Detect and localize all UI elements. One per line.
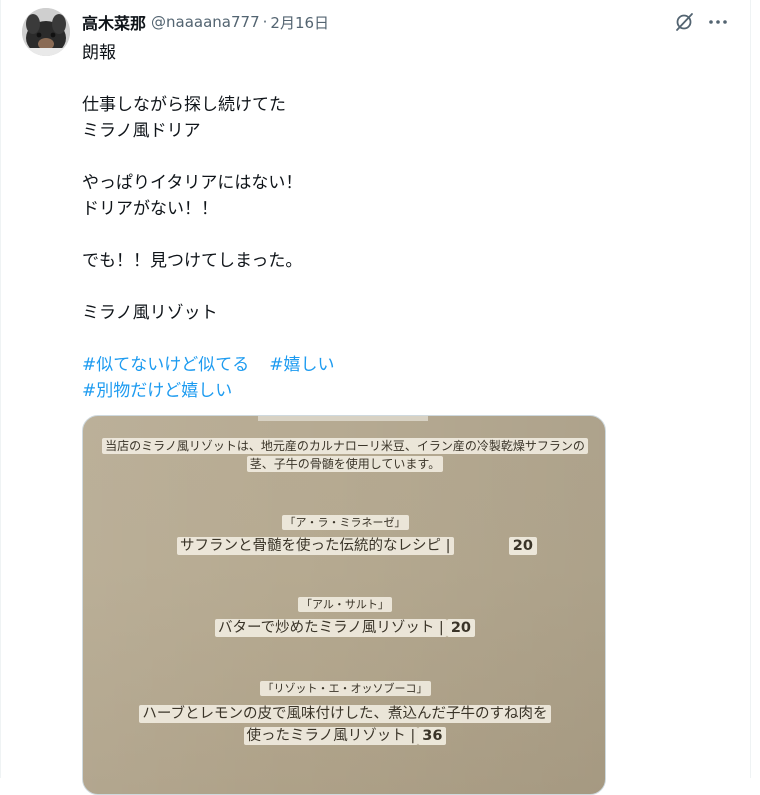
author-handle[interactable]: @naaaana777 <box>151 13 260 31</box>
tweet-text: 朗報 仕事しながら探し続けてた ミラノ風ドリア やっぱりイタリアにはない！ ドリ… <box>82 40 722 404</box>
hashtag-link[interactable]: #嬉しい <box>269 355 334 375</box>
menu-item-desc: サフランと骨髄を使った伝統的なレシピ | <box>177 537 454 555</box>
menu-item-price: 20 <box>508 537 537 555</box>
menu-item-line: ハーブとレモンの皮で風味付けした、煮込んだ子牛のすね肉を <box>83 702 605 723</box>
grok-icon[interactable] <box>672 10 696 34</box>
menu-intro-line: 茎、子牛の骨髄を使用しています。 <box>246 456 444 472</box>
menu-item-desc: 使ったミラノ風リゾット | <box>243 727 419 745</box>
avatar[interactable] <box>22 8 70 56</box>
menu-intro: 当店のミラノ風リゾットは、地元産のカルナローリ米豆、イラン産の冷製乾燥サフランの… <box>83 437 605 473</box>
menu-item-price: 20 <box>446 619 476 637</box>
menu-item-desc: バターで炒めたミラノ風リゾット | <box>214 619 447 637</box>
menu-item-name: 「リゾット・エ・オッソブーコ」 <box>83 680 605 696</box>
menu-item-desc: ハーブとレモンの皮で風味付けした、煮込んだ子牛のすね肉を <box>139 705 551 723</box>
tweet-header: 高木菜那 @naaaana777 · 2月16日 <box>82 9 329 35</box>
avatar-dog-icon <box>22 8 70 56</box>
tweet-paragraph: やっぱりイタリアにはない！ ドリアがない！！ <box>82 173 303 219</box>
hashtag-link[interactable]: #別物だけど嬉しい <box>82 381 232 401</box>
author-display-name[interactable]: 高木菜那 <box>82 10 146 34</box>
tweet-actions-top <box>672 10 730 34</box>
tweet-date[interactable]: 2月16日 <box>270 12 329 33</box>
menu-item-price: 36 <box>418 727 447 745</box>
hashtag-list: #似てないけど似てる #嬉しい #別物だけど嬉しい <box>82 352 722 404</box>
timeline-border-right <box>750 0 751 778</box>
menu-item-name-text: 「リゾット・エ・オッソブーコ」 <box>259 681 431 696</box>
tweet-paragraph: 朗報 <box>82 43 116 63</box>
menu-item-name: 「アル・サルト」 <box>83 596 605 612</box>
photo-frame-edge <box>258 416 428 421</box>
tweet-paragraph: でも！！見つけてしまった。 <box>82 251 303 271</box>
tweet-paragraph: ミラノ風リゾット <box>82 303 218 323</box>
tweet-paragraph: 仕事しながら探し続けてた ミラノ風ドリア <box>82 95 286 141</box>
menu-item-line: 使ったミラノ風リゾット | 36 <box>83 724 605 745</box>
tweet-photo[interactable]: 当店のミラノ風リゾットは、地元産のカルナローリ米豆、イラン産の冷製乾燥サフランの… <box>82 415 606 795</box>
menu-item-line: サフランと骨髄を使った伝統的なレシピ | 20 <box>95 534 605 555</box>
menu-item-name: 「ア・ラ・ミラネーゼ」 <box>83 514 605 530</box>
timeline-border-left <box>0 0 1 778</box>
header-separator: · <box>262 13 268 31</box>
menu-item-line: バターで炒めたミラノ風リゾット | 20 <box>83 616 605 637</box>
menu-intro-line: 当店のミラノ風リゾットは、地元産のカルナローリ米豆、イラン産の冷製乾燥サフランの <box>102 438 588 454</box>
menu-item-name-text: 「ア・ラ・ミラネーゼ」 <box>281 515 409 530</box>
hashtag-link[interactable]: #似てないけど似てる <box>82 355 249 375</box>
more-icon[interactable] <box>706 10 730 34</box>
menu-item-name-text: 「アル・サルト」 <box>298 597 392 612</box>
